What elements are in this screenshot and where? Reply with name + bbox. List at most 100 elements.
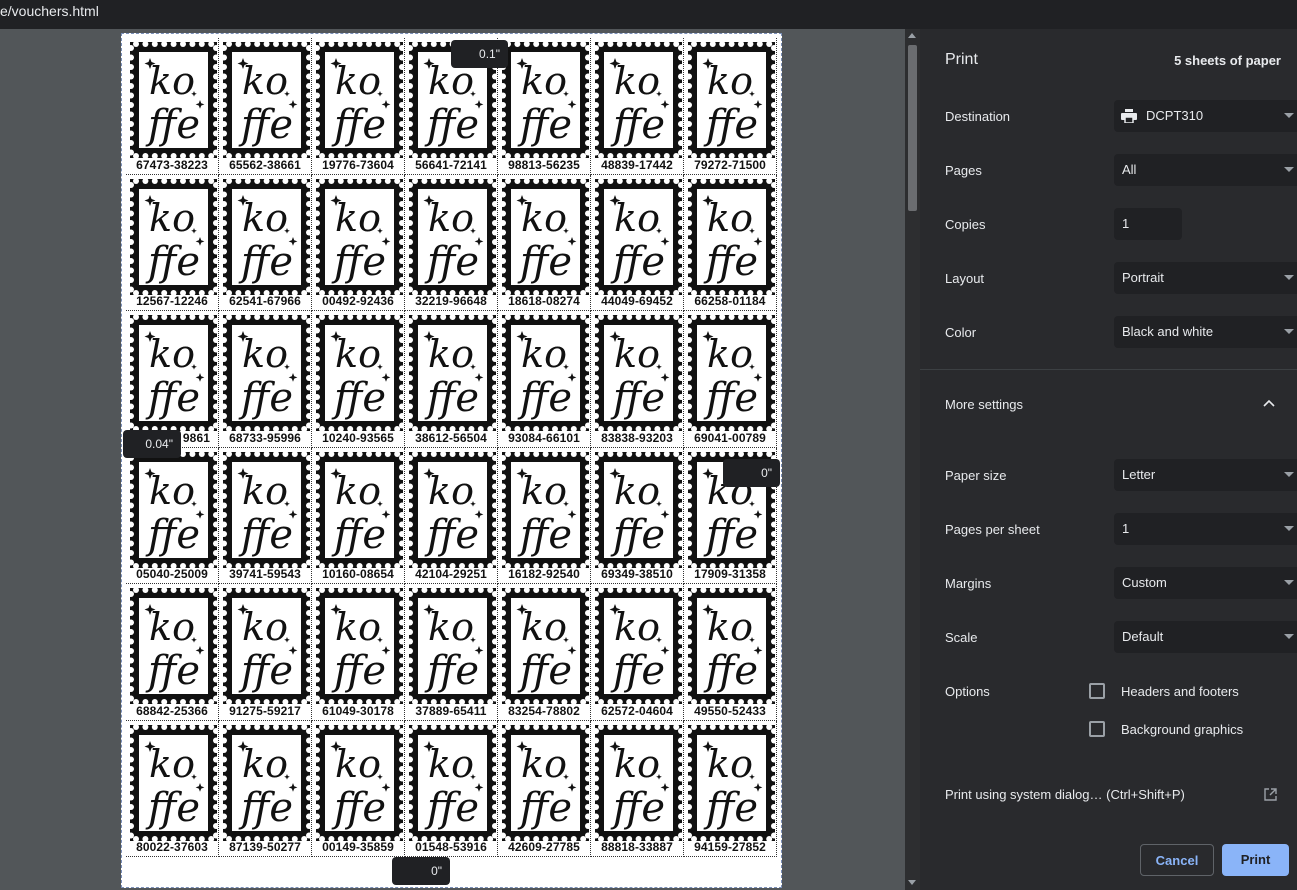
koffe-stamp-logo: koffe [130, 315, 217, 431]
more-settings-toggle[interactable]: More settings [945, 388, 1281, 420]
headers-footers-option[interactable]: Headers and footers [1089, 683, 1239, 699]
print-preview-area: ko ffe 67473-38223 ko ffe 65562-38661 ko ffe 197… [0, 29, 920, 890]
margin-top-tooltip[interactable]: 0.1" [451, 40, 508, 68]
layout-value: Portrait [1122, 270, 1164, 285]
svg-text:ko: ko [335, 742, 381, 786]
voucher-cell: ko ffe 65562-38661 [219, 38, 312, 175]
voucher-code: 83838-93203 [601, 430, 673, 445]
svg-text:ko: ko [521, 742, 567, 786]
svg-text:ffe: ffe [703, 648, 758, 694]
koffe-stamp-logo: koffe [595, 724, 682, 841]
voucher-code: 69041-00789 [694, 430, 766, 445]
svg-text:ffe: ffe [238, 375, 293, 421]
koffe-stamp-logo: koffe [223, 724, 310, 841]
svg-text:ffe: ffe [610, 785, 665, 831]
background-graphics-option[interactable]: Background graphics [1089, 721, 1243, 737]
koffe-stamp-logo: koffe [223, 42, 310, 158]
paper-size-row: Paper size Letter [945, 459, 1297, 491]
color-select[interactable]: Black and white [1114, 316, 1297, 348]
scale-select[interactable]: Default [1114, 621, 1297, 653]
pages-value: All [1122, 162, 1137, 177]
headers-footers-checkbox[interactable] [1089, 683, 1105, 699]
svg-text:ffe: ffe [424, 102, 479, 148]
paper-size-value: Letter [1122, 467, 1156, 482]
koffe-stamp-logo: koffe [409, 451, 496, 568]
koffe-stamp-logo: koffe [316, 315, 403, 431]
svg-text:ko: ko [242, 332, 288, 376]
scroll-up-arrow[interactable] [908, 33, 916, 38]
svg-text:ffe: ffe [145, 648, 200, 694]
pages-row: Pages All [945, 154, 1297, 186]
svg-text:ko: ko [707, 196, 753, 240]
cancel-button[interactable]: Cancel [1140, 844, 1214, 876]
copies-input[interactable]: 1 [1114, 208, 1182, 240]
voucher-code: 61049-30178 [322, 703, 394, 718]
svg-text:ko: ko [149, 605, 195, 649]
svg-text:ffe: ffe [331, 375, 386, 421]
voucher-code: 69349-38510 [601, 567, 673, 581]
voucher-cell: ko ffe 39741-59543 [219, 447, 312, 584]
sheet-count: 5 sheets of paper [1174, 53, 1281, 68]
destination-select[interactable]: DCPT310 [1114, 100, 1297, 132]
voucher-cell: ko ffe 05040-25009 [126, 447, 219, 584]
svg-text:ffe: ffe [424, 512, 479, 558]
voucher-cell: ko ffe 67473-38223 [126, 38, 219, 175]
svg-text:ffe: ffe [610, 375, 665, 421]
margin-left-tooltip[interactable]: 0.04" [123, 430, 181, 458]
svg-text:ffe: ffe [145, 239, 200, 285]
svg-text:ffe: ffe [517, 512, 572, 558]
voucher-code: 12567-12246 [136, 294, 208, 308]
koffe-stamp-logo: koffe [502, 451, 589, 568]
koffe-stamp-logo: koffe [502, 724, 589, 841]
print-title: Print [945, 51, 978, 68]
svg-text:ffe: ffe [145, 102, 200, 148]
svg-text:ffe: ffe [703, 375, 758, 421]
svg-text:ko: ko [242, 59, 288, 103]
page-url: e/vouchers.html [0, 3, 99, 19]
svg-text:ffe: ffe [517, 239, 572, 285]
pages-per-sheet-select[interactable]: 1 [1114, 513, 1297, 545]
voucher-code: 37889-65411 [415, 703, 487, 718]
scroll-down-arrow[interactable] [908, 880, 916, 885]
koffe-stamp-logo: koffe [688, 315, 775, 431]
color-row: Color Black and white [945, 316, 1297, 348]
margin-bottom-tooltip[interactable]: 0" [392, 857, 450, 885]
voucher-code: 19776-73604 [322, 157, 394, 172]
voucher-cell: ko ffe 18618-08274 [498, 174, 591, 311]
background-graphics-checkbox[interactable] [1089, 721, 1105, 737]
system-dialog-label: Print using system dialog… (Ctrl+Shift+P… [945, 786, 1185, 802]
margins-select[interactable]: Custom [1114, 567, 1297, 599]
svg-text:ko: ko [521, 469, 567, 513]
svg-text:ko: ko [428, 332, 474, 376]
voucher-code: 56641-72141 [415, 157, 487, 172]
svg-text:ffe: ffe [703, 785, 758, 831]
voucher-cell: ko ffe 94159-27852 [684, 720, 777, 857]
scroll-thumb[interactable] [908, 45, 917, 211]
chevron-down-icon [1284, 113, 1294, 118]
margins-value: Custom [1122, 575, 1167, 590]
voucher-code: 49550-52433 [694, 703, 766, 718]
koffe-stamp-logo: koffe [316, 451, 403, 568]
tab-strip: e/vouchers.html [0, 0, 1297, 29]
preview-scrollbar[interactable] [905, 29, 920, 890]
voucher-cell: ko ffe 69041-00789 [684, 311, 777, 448]
pages-label: Pages [945, 162, 982, 178]
margin-right-tooltip[interactable]: 0" [723, 459, 780, 487]
voucher-code: 66258-01184 [694, 294, 766, 308]
system-dialog-link[interactable]: Print using system dialog… (Ctrl+Shift+P… [945, 778, 1281, 810]
svg-text:ko: ko [149, 469, 195, 513]
voucher-code: 00492-92436 [322, 294, 394, 308]
print-button[interactable]: Print [1222, 844, 1289, 876]
print-settings-panel: Print 5 sheets of paper Destination DCPT… [920, 29, 1297, 890]
paper-size-select[interactable]: Letter [1114, 459, 1297, 491]
koffe-stamp-logo: koffe [130, 178, 217, 295]
voucher-code: 80022-37603 [136, 840, 208, 854]
voucher-code: 17909-31358 [694, 567, 766, 581]
svg-text:ffe: ffe [610, 648, 665, 694]
pages-select[interactable]: All [1114, 154, 1297, 186]
koffe-stamp-logo: koffe [316, 42, 403, 158]
koffe-stamp-logo: koffe [130, 588, 217, 704]
chevron-up-icon [1263, 399, 1275, 407]
layout-select[interactable]: Portrait [1114, 262, 1297, 294]
voucher-code: 42104-29251 [415, 567, 487, 581]
